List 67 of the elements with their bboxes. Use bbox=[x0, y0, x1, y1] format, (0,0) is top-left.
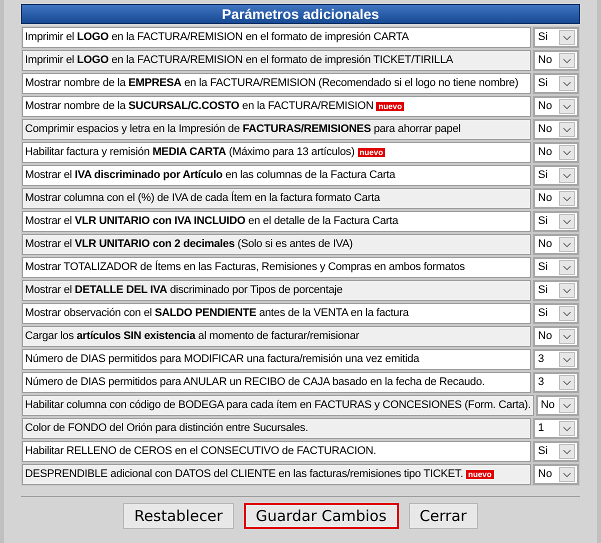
setting-label: Mostrar el VLR UNITARIO con 2 decimales (Solo si es antes de IVA) bbox=[25, 237, 353, 252]
new-badge: nuevo bbox=[358, 148, 386, 157]
chevron-down-icon bbox=[559, 421, 575, 436]
select-field[interactable]: No bbox=[533, 188, 579, 209]
select-field[interactable]: Si bbox=[533, 27, 579, 48]
chevron-down-icon bbox=[559, 145, 575, 160]
chevron-down-icon bbox=[559, 260, 575, 275]
setting-label: Mostrar nombre de la EMPRESA en la FACTURA/REMISION (Recomendado si el logo no tiene nombre) bbox=[25, 76, 518, 92]
chevron-down-icon bbox=[559, 30, 575, 45]
setting-label: Cargar los artículos SIN existencia al momento de facturar/remisionar bbox=[25, 329, 360, 344]
select-field[interactable]: 3 bbox=[533, 372, 579, 393]
setting-label: DESPRENDIBLE adicional con DATOS del CLIENTE en las facturas/remisiones tipo TICKET. bbox=[25, 467, 464, 482]
chevron-down-icon bbox=[559, 444, 575, 459]
chevron-down-icon bbox=[559, 306, 575, 321]
setting-label: Mostrar nombre de la SUCURSAL/C.COSTO en la FACTURA/REMISION bbox=[25, 99, 374, 114]
chevron-down-icon bbox=[559, 191, 575, 206]
setting-label: Mostrar columna con el (%) de IVA de cada Ítem en la factura formato Carta bbox=[25, 190, 380, 206]
setting-label: Comprimir espacios y letra en la Impresión de FACTURAS/REMISIONES para ahorrar papel bbox=[25, 122, 461, 138]
setting-label: Número de DIAS permitidos para MODIFICAR una factura/remisión una vez emitida bbox=[25, 352, 420, 368]
setting-label: Habilitar factura y remisión MEDIA CARTA (Máximo para 13 artículos) bbox=[25, 145, 355, 160]
setting-label: Número de DIAS permitidos para ANULAR un RECIBO de CAJA basado en la fecha de Recaudo. bbox=[25, 375, 485, 390]
select-field[interactable]: Si bbox=[533, 303, 579, 324]
select-field[interactable]: 3 bbox=[533, 349, 579, 370]
setting-label: Mostrar el VLR UNITARIO con IVA INCLUIDO en el detalle de la Factura Carta bbox=[25, 214, 398, 230]
select-field[interactable]: Si bbox=[533, 257, 579, 278]
select-field[interactable]: Si bbox=[533, 73, 579, 94]
select-field[interactable]: Si bbox=[533, 211, 579, 232]
select-field[interactable]: Si bbox=[533, 280, 579, 301]
chevron-down-icon bbox=[559, 168, 575, 183]
select-field[interactable]: No bbox=[533, 234, 579, 255]
chevron-down-icon bbox=[559, 76, 575, 91]
setting-label: Mostrar observación con el SALDO PENDIENTE antes de la VENTA en la factura bbox=[25, 306, 409, 322]
select-field[interactable]: No bbox=[533, 96, 579, 117]
select-field[interactable]: Si bbox=[533, 441, 579, 462]
new-badge: nuevo bbox=[466, 470, 494, 479]
action-button[interactable]: Guardar Cambios bbox=[244, 503, 399, 529]
action-button[interactable]: Restablecer bbox=[123, 503, 234, 529]
setting-label: Mostrar el IVA discriminado por Artículo en las columnas de la Factura Carta bbox=[25, 168, 396, 184]
select-field[interactable]: No bbox=[533, 119, 579, 140]
chevron-down-icon bbox=[559, 214, 575, 229]
chevron-down-icon bbox=[559, 122, 575, 137]
chevron-down-icon bbox=[559, 467, 575, 482]
select-field[interactable]: No bbox=[536, 395, 579, 416]
chevron-down-icon bbox=[559, 398, 575, 413]
new-badge: nuevo bbox=[376, 102, 404, 111]
setting-label: Habilitar columna con código de BODEGA para cada ítem en FACTURAS y CONCESIONES (Form. Carta). bbox=[25, 398, 531, 414]
chevron-down-icon bbox=[559, 352, 575, 367]
select-field[interactable]: Si bbox=[533, 165, 579, 186]
setting-label: Color de FONDO del Orión para distinción entre Sucursales. bbox=[25, 421, 308, 436]
chevron-down-icon bbox=[559, 329, 575, 344]
chevron-down-icon bbox=[559, 283, 575, 298]
chevron-down-icon bbox=[559, 237, 575, 252]
setting-label: Mostrar TOTALIZADOR de Ítems en las Facturas, Remisiones y Compras en ambos formatos bbox=[25, 260, 465, 276]
chevron-down-icon bbox=[559, 375, 575, 390]
setting-label: Habilitar RELLENO de CEROS en el CONSECUTIVO de FACTURACION. bbox=[25, 444, 376, 460]
panel-title: Parámetros adicionales bbox=[21, 4, 580, 24]
action-button[interactable]: Cerrar bbox=[408, 503, 478, 529]
setting-label: Mostrar el DETALLE DEL IVA discriminado por Tipos de porcentaje bbox=[25, 283, 343, 298]
setting-label: Imprimir el LOGO en la FACTURA/REMISION en el formato de impresión CARTA bbox=[25, 30, 409, 46]
select-field[interactable]: No bbox=[533, 326, 579, 347]
chevron-down-icon bbox=[559, 99, 575, 114]
setting-label: Imprimir el LOGO en la FACTURA/REMISION en el formato de impresión TICKET/TIRILLA bbox=[25, 53, 454, 68]
select-field[interactable]: No bbox=[533, 464, 579, 485]
select-field[interactable]: No bbox=[533, 142, 579, 163]
select-field[interactable]: No bbox=[533, 50, 579, 71]
chevron-down-icon bbox=[559, 53, 575, 68]
select-field[interactable]: 1 bbox=[533, 418, 579, 439]
